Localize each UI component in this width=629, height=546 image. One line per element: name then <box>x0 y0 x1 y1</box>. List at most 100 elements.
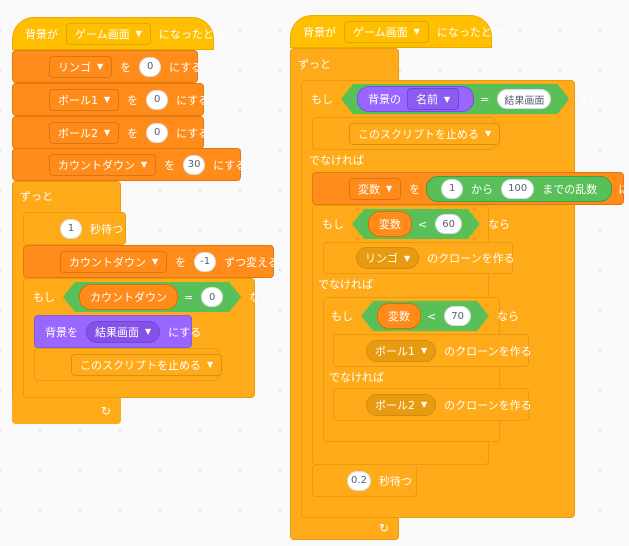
variable-name: リンゴ <box>58 60 91 74</box>
if-then-label: なら <box>249 291 272 304</box>
if-header: もし 変数 < 60 なら <box>312 207 514 241</box>
backdrop-dropdown-value: ゲーム画面 <box>353 25 408 39</box>
wait-seconds-block[interactable]: 1 秒待つ <box>23 212 126 245</box>
variable-dropdown[interactable]: 変数 ▼ <box>349 177 402 200</box>
stop-option-dropdown[interactable]: このスクリプトを止める ▼ <box>71 353 223 376</box>
dropdown-caret-icon: ▼ <box>413 27 420 36</box>
less-than-operator[interactable]: 変数 < 60 <box>352 209 480 239</box>
stop-option-value: このスクリプトを止める <box>358 127 479 141</box>
if-label: もし <box>311 93 333 106</box>
forever-label: ずっと <box>20 190 53 203</box>
variable-dropdown[interactable]: リンゴ ▼ <box>49 55 113 78</box>
value-input[interactable]: 0 <box>146 89 169 110</box>
stop-option-dropdown[interactable]: このスクリプトを止める ▼ <box>349 122 501 145</box>
loop-arrow-icon: ↻ <box>100 404 111 418</box>
stop-block[interactable]: このスクリプトを止める ▼ <box>312 117 501 150</box>
set-action-label: にする <box>169 60 203 74</box>
else-label: でなければ <box>309 154 364 167</box>
random-to-input[interactable]: 100 <box>501 178 535 199</box>
compare-value-input[interactable]: 60 <box>435 214 462 234</box>
backdrop-dropdown-value: ゲーム画面 <box>75 27 130 41</box>
variable-dropdown[interactable]: ボール2 ▼ <box>49 121 120 144</box>
variable-reporter[interactable]: カウントダウン <box>79 284 178 310</box>
forever-label: ずっと <box>298 58 331 71</box>
create-clone-block[interactable]: ボール2 ▼ のクローンを作る <box>333 388 532 421</box>
set-variable-random-block[interactable]: 変数 ▼ を 1 から 100 までの乱数 にする <box>312 172 629 205</box>
dropdown-caret-icon: ▼ <box>97 62 104 71</box>
switch-backdrop-label: 背景を <box>45 325 78 339</box>
dropdown-caret-icon: ▼ <box>152 257 159 266</box>
set-variable-block[interactable]: ボール2 ▼ を 0 にする <box>12 116 209 149</box>
variable-name: ボール1 <box>58 93 98 107</box>
wait-label: 秒待つ <box>379 474 412 488</box>
if-header: もし 変数 < 70 なら <box>323 299 523 333</box>
else-label: でなければ <box>318 278 373 291</box>
variable-reporter[interactable]: 変数 <box>377 303 421 329</box>
clone-target-dropdown[interactable]: ボール1 ▼ <box>366 339 437 362</box>
switch-backdrop-block[interactable]: 背景を 結果画面 ▼ にする <box>34 315 201 348</box>
else-label: でなければ <box>329 371 384 384</box>
value-input[interactable]: 0 <box>146 122 169 143</box>
random-from-label: から <box>471 182 494 196</box>
when-backdrop-switches-hat[interactable]: 背景が ゲーム画面 ▼ になったとき <box>290 15 503 48</box>
change-action-label: ずつ変える <box>224 255 279 269</box>
backdrop-dropdown[interactable]: 結果画面 ▼ <box>86 320 161 343</box>
wait-label: 秒待つ <box>90 222 123 236</box>
dropdown-caret-icon: ▼ <box>207 360 214 369</box>
variable-name: 変数 <box>358 182 380 196</box>
create-clone-label: のクローンを作る <box>444 344 532 358</box>
backdrop-dropdown[interactable]: ゲーム画面 ▼ <box>66 22 151 45</box>
compare-value-input[interactable]: 70 <box>444 306 471 326</box>
create-clone-block[interactable]: リンゴ ▼ のクローンを作る <box>323 242 515 274</box>
value-input[interactable]: 30 <box>183 154 206 175</box>
dropdown-caret-icon: ▼ <box>386 184 393 193</box>
dropdown-caret-icon: ▼ <box>444 94 451 104</box>
hat-label: 背景が <box>303 25 336 39</box>
variable-dropdown[interactable]: カウントダウン ▼ <box>60 250 168 273</box>
wait-seconds-block[interactable]: 0.2 秒待つ <box>312 464 417 497</box>
less-than-operator[interactable]: 変数 < 70 <box>361 301 489 331</box>
variable-reporter[interactable]: 変数 <box>368 211 412 237</box>
change-amount-input[interactable]: -1 <box>194 251 217 272</box>
value-input[interactable]: 0 <box>139 56 162 77</box>
set-action-label: にする <box>618 182 629 196</box>
equals-operator[interactable]: 背景の 名前 ▼ = 結果画面 <box>341 84 569 114</box>
if-then-label: なら <box>577 93 600 106</box>
clone-target-dropdown[interactable]: リンゴ ▼ <box>356 247 420 269</box>
set-variable-block[interactable]: リンゴ ▼ を 0 にする <box>12 50 202 83</box>
set-variable-block[interactable]: ボール1 ▼ を 0 にする <box>12 83 209 116</box>
seconds-input[interactable]: 1 <box>60 218 82 239</box>
seconds-input[interactable]: 0.2 <box>347 470 371 491</box>
set-to-label: を <box>409 182 421 196</box>
hat-suffix: になったとき <box>436 25 503 39</box>
dropdown-caret-icon: ▼ <box>485 129 492 138</box>
loop-arrow-icon: ↻ <box>378 520 389 535</box>
dropdown-caret-icon: ▼ <box>421 400 428 409</box>
if-then-label: なら <box>487 218 510 231</box>
set-to-label: を <box>127 126 139 140</box>
equals-operator[interactable]: カウントダウン = 0 <box>63 282 241 312</box>
variable-dropdown[interactable]: ボール1 ▼ <box>49 88 120 111</box>
switch-backdrop-suffix: にする <box>168 325 202 339</box>
create-clone-block[interactable]: ボール1 ▼ のクローンを作る <box>333 334 532 367</box>
forever-label-wrap: ずっと <box>290 52 331 76</box>
compare-value-input[interactable]: 0 <box>201 287 223 307</box>
stop-block[interactable]: このスクリプトを止める ▼ <box>34 348 223 381</box>
if-label: もし <box>331 310 353 323</box>
if-header: もし カウントダウン = 0 なら <box>23 280 275 314</box>
when-backdrop-switches-hat[interactable]: 背景が ゲーム画面 ▼ になったとき <box>12 17 225 50</box>
attribute-dropdown[interactable]: 名前 ▼ <box>407 88 459 110</box>
backdrop-attribute-reporter[interactable]: 背景の 名前 ▼ <box>357 86 474 112</box>
clone-target-dropdown[interactable]: ボール2 ▼ <box>366 393 437 416</box>
dropdown-caret-icon: ▼ <box>421 346 428 355</box>
variable-dropdown[interactable]: カウントダウン ▼ <box>49 153 157 176</box>
random-operator[interactable]: 1 から 100 までの乱数 <box>426 175 613 202</box>
operator-symbol: < <box>427 309 437 323</box>
backdrop-dropdown[interactable]: ゲーム画面 ▼ <box>344 20 429 43</box>
variable-name: ボール2 <box>58 126 98 140</box>
change-variable-block[interactable]: カウントダウン ▼ を -1 ずつ変える <box>23 245 279 278</box>
attribute-value: 名前 <box>416 93 438 106</box>
compare-value-input[interactable]: 結果画面 <box>497 89 551 109</box>
set-variable-block[interactable]: カウントダウン ▼ を 30 にする <box>12 148 246 181</box>
random-from-input[interactable]: 1 <box>441 178 464 199</box>
